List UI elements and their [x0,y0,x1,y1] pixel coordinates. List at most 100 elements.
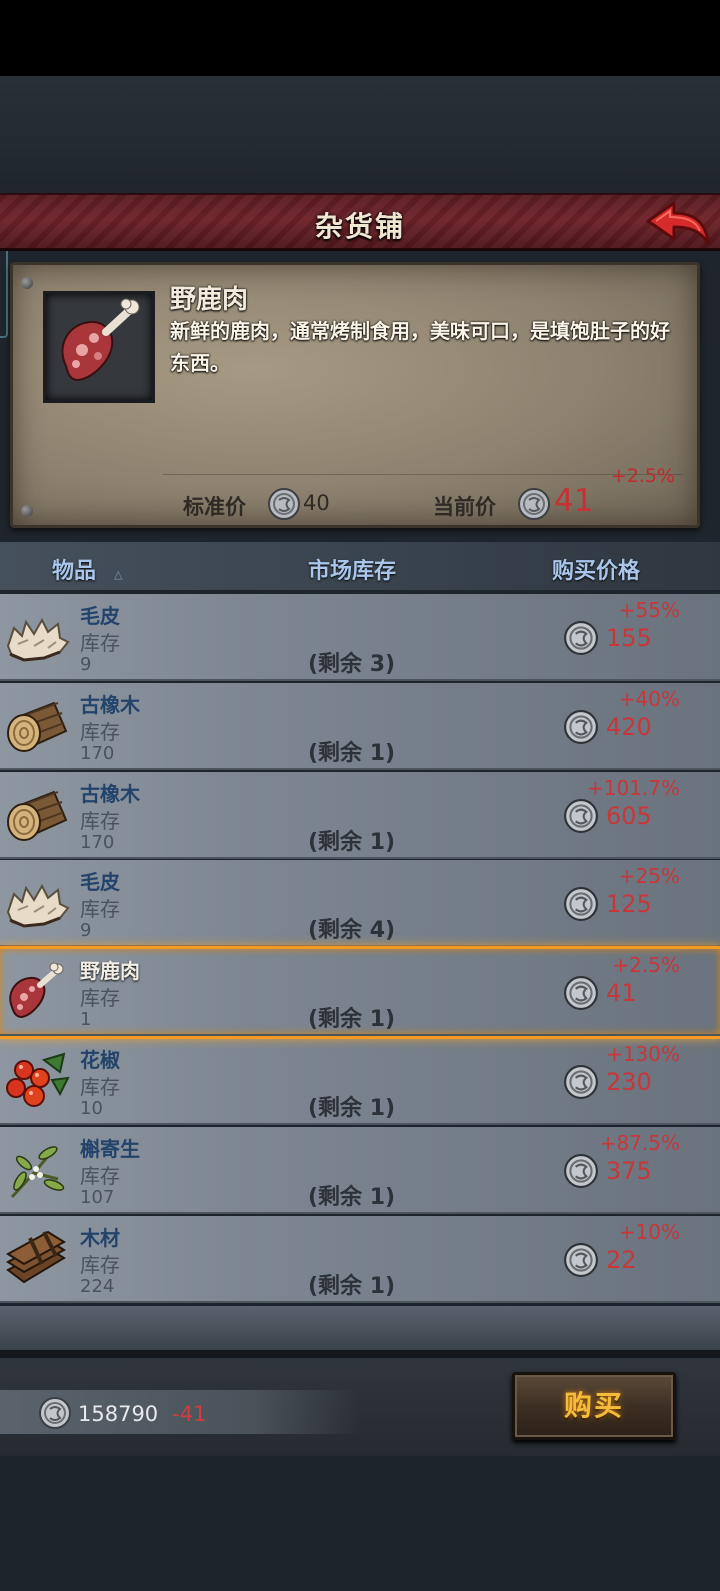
pepper-berries-icon [4,1050,70,1114]
price-change: +40% [618,686,680,711]
back-arrow-icon [646,201,710,245]
silver-coin-icon [267,487,301,525]
stock-label: 库存 [80,1252,120,1277]
divider [163,474,683,475]
buy-price: 605 [606,801,652,830]
list-item[interactable]: 野鹿肉 库存 1 (剩余 1) +2.5% 41 [0,946,720,1040]
list-item[interactable]: 古橡木 库存 170 (剩余 1) +40% 420 [0,682,720,770]
market-remaining: (剩余 1) [308,1007,396,1033]
venison-icon [61,298,140,382]
market-remaining: (剩余 1) [308,740,396,766]
item-name: 野鹿肉 [80,959,140,984]
stock-value: 9 [80,654,92,675]
stock-label: 库存 [80,631,120,655]
list-item[interactable]: 毛皮 库存 9 (剩余 3) +55% 155 [0,594,720,681]
market-remaining: (剩余 1) [308,1273,396,1299]
price-change: +101.7% [586,775,680,800]
column-market-stock[interactable]: 市场库存 [308,553,396,585]
current-price-value: 41 [554,483,594,519]
shop-header: 杂货铺 [0,193,720,251]
buy-price: 375 [606,1156,652,1185]
standard-price-value: 40 [303,491,330,515]
buy-price: 230 [606,1068,652,1096]
status-bar-area [0,0,720,76]
item-name: 花椒 [80,1048,120,1072]
item-name: 毛皮 [80,604,120,628]
market-remaining: (剩余 1) [308,829,396,855]
fur-icon [4,606,70,670]
price-change: +10% [618,1219,680,1244]
stock-label: 库存 [80,808,120,833]
silver-coin-icon [563,709,599,749]
stock-value: 170 [80,831,115,853]
item-name: 毛皮 [80,870,120,895]
item-name: 野鹿肉 [170,285,249,315]
item-detail-panel: 野鹿肉 新鲜的鹿肉，通常烤制食用，美味可口，是填饱肚子的好东西。 标准价 40 … [10,262,700,528]
price-change: +2.5% [612,953,680,978]
price-change: +87.5% [599,1130,680,1155]
stock-label: 库存 [80,719,120,744]
price-change: +2.5% [610,465,675,487]
silver-coin-icon [38,1396,72,1434]
column-header-row: 物品 市场库存 购买价格 [0,542,720,590]
buy-price: 22 [606,1245,637,1274]
list-item[interactable]: 花椒库存 10 (剩余 1) +130% 230 [0,1038,720,1125]
separator [0,1350,720,1358]
oak-log-icon [4,784,70,848]
item-name: 古橡木 [80,692,140,717]
item-image-frame [43,291,155,403]
silver-coin-icon [563,886,599,926]
money-delta: -41 [172,1402,207,1426]
buy-price: 155 [606,624,652,652]
list-item[interactable]: 木材 库存 224 (剩余 1) +10% 22 [0,1215,720,1303]
stock-value: 1 [80,1009,92,1031]
buy-price: 125 [606,890,652,919]
stock-value: 170 [80,742,115,764]
stock-value: 224 [80,1275,115,1297]
stock-label: 库存 [80,1075,120,1099]
market-remaining: (剩余 4) [308,918,396,944]
standard-price-label: 标准价 [183,495,246,519]
item-name: 古橡木 [80,781,140,806]
column-buy-price[interactable]: 购买价格 [552,553,640,585]
stock-value: 107 [80,1186,115,1208]
price-change: +130% [606,1042,680,1066]
silver-coin-icon [563,1064,599,1104]
stock-value: 10 [80,1098,103,1119]
current-price-label: 当前价 [433,495,496,519]
column-item[interactable]: 物品 [52,553,96,585]
stock-label: 库存 [80,986,120,1011]
buy-button-label: 购买 [563,1389,624,1422]
buy-price: 420 [606,712,652,741]
rivet [21,505,33,517]
silver-coin-icon [563,1153,599,1193]
venison-icon [4,961,70,1025]
mistletoe-icon [4,1139,70,1203]
silver-coin-icon [563,798,599,838]
stock-label: 库存 [80,1163,120,1188]
back-button[interactable] [644,199,712,249]
market-remaining: (剩余 1) [308,1096,396,1121]
buy-price: 41 [606,979,637,1008]
market-remaining: (剩余 1) [308,1184,396,1210]
item-description: 新鲜的鹿肉，通常烤制食用，美味可口，是填饱肚子的好东西。 [170,319,670,375]
list-footer-band [0,1306,720,1350]
silver-coin-icon [563,620,599,660]
rivet [21,277,33,289]
silver-coin-icon [563,1242,599,1282]
page-title: 杂货铺 [314,210,405,243]
silver-coin-icon [517,487,551,525]
list-item[interactable]: 毛皮 库存 9 (剩余 4) +25% 125 [0,860,720,948]
price-change: +55% [618,598,680,622]
fur-icon [4,872,70,936]
sort-asc-icon: △ [114,568,123,581]
stock-label: 库存 [80,897,120,922]
list-item[interactable]: 槲寄生 库存 107 (剩余 1) +87.5% 375 [0,1126,720,1214]
oak-log-icon [4,695,70,759]
money-balance: 158790 [78,1402,159,1426]
list-item[interactable]: 古橡木 库存 170 (剩余 1) +101.7% 605 [0,771,720,859]
lumber-icon [4,1228,70,1292]
price-change: +25% [618,864,680,889]
silver-coin-icon [563,975,599,1015]
buy-button[interactable]: 购买 [512,1372,676,1440]
